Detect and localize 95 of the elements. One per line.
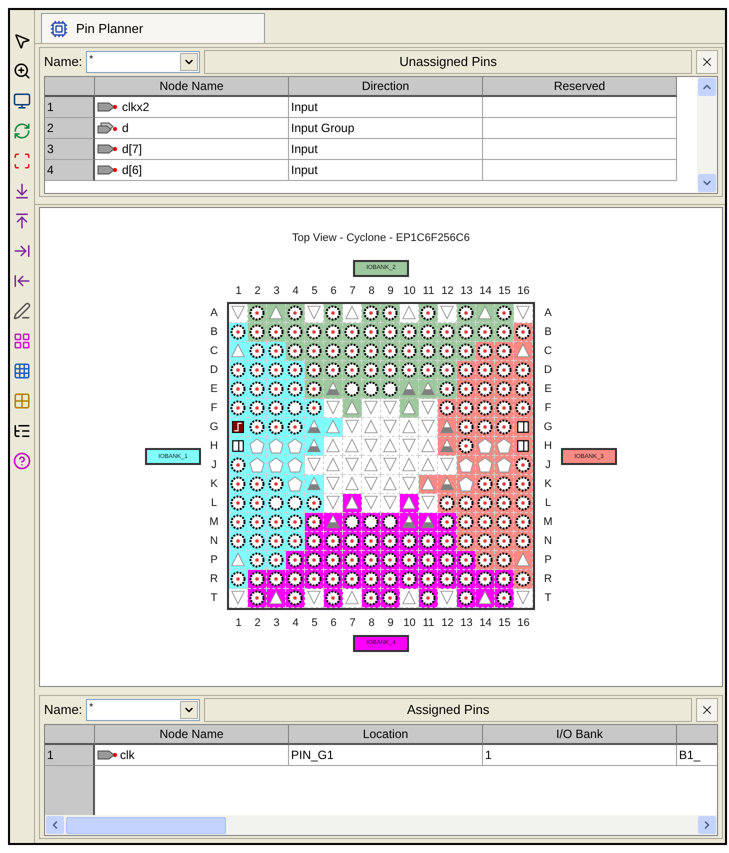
column-number: 8 — [368, 616, 375, 631]
column-number: 16 — [517, 284, 530, 300]
row-letter: A — [210, 306, 218, 321]
row-letter: L — [544, 496, 552, 511]
row-number: 2 — [45, 118, 95, 139]
column-number: 9 — [387, 616, 394, 631]
row-letter: B — [544, 324, 552, 340]
row-letter: M — [543, 514, 553, 530]
column-header[interactable]: I/O Bank — [483, 725, 677, 745]
column-number: 11 — [422, 616, 434, 631]
name-label: Name: — [44, 701, 82, 720]
column-header[interactable]: Direction — [289, 77, 483, 97]
column-number: 12 — [441, 284, 454, 300]
column-number: 8 — [368, 284, 375, 300]
column-header[interactable]: Node Name — [95, 725, 289, 745]
table-cell: PIN_G1 — [289, 745, 483, 766]
row-letter: R — [210, 572, 218, 587]
row-number: 1 — [45, 97, 95, 118]
panel-title-bar: Unassigned Pins — [204, 50, 692, 74]
column-number: 3 — [273, 616, 280, 631]
row-letter: B — [210, 324, 218, 340]
column-number: 4 — [292, 616, 299, 631]
panel-title-bar: Assigned Pins — [204, 698, 692, 722]
row-number: 3 — [45, 139, 95, 160]
row-letter: D — [544, 362, 552, 378]
table-cell: d — [95, 118, 289, 139]
column-number: 15 — [498, 616, 511, 631]
row-letter: J — [545, 458, 551, 473]
column-number: 9 — [387, 284, 394, 300]
name-combo-box[interactable]: * — [86, 699, 200, 721]
table-cell: d[7] — [95, 139, 289, 160]
row-letter: C — [210, 344, 218, 359]
row-letter: D — [210, 362, 218, 378]
table-cell: 1 — [483, 745, 677, 766]
row-letter: L — [210, 496, 218, 511]
column-number: 14 — [479, 616, 492, 631]
row-letter: C — [544, 344, 552, 359]
row-letter: E — [210, 382, 218, 397]
column-number: 7 — [349, 616, 356, 631]
row-letter: T — [210, 590, 218, 606]
table-cell: Input — [289, 160, 483, 181]
table-cell: clkx2 — [95, 97, 289, 118]
view-title: Top View - Cyclone - EP1C6F256C6 — [292, 231, 470, 246]
column-number: 16 — [517, 616, 530, 631]
row-letter: E — [544, 382, 552, 397]
row-letter: G — [210, 420, 218, 435]
row-letter: N — [544, 534, 552, 549]
row-letter: G — [544, 420, 552, 435]
column-number: 5 — [311, 284, 318, 300]
row-number: 1 — [45, 745, 95, 766]
row-letter: H — [544, 438, 552, 454]
table-cell: Input Group — [289, 118, 483, 139]
column-number: 5 — [311, 616, 318, 631]
row-letter: T — [544, 590, 552, 606]
row-letter: F — [210, 400, 218, 416]
row-letter: A — [544, 306, 552, 321]
pin-planner-tab[interactable]: Pin Planner — [41, 13, 265, 43]
column-number: 11 — [422, 284, 434, 300]
row-letter: H — [210, 438, 218, 454]
row-letter: F — [544, 400, 552, 416]
row-letter: K — [210, 476, 218, 492]
table-cell: d[6] — [95, 160, 289, 181]
column-number: 6 — [330, 284, 337, 300]
column-number: 2 — [254, 616, 261, 631]
column-number: 14 — [479, 284, 492, 300]
column-number: 13 — [460, 284, 473, 300]
column-number: 7 — [349, 284, 356, 300]
name-combo-box[interactable]: * — [86, 51, 200, 73]
column-number: 6 — [330, 616, 337, 631]
row-letter: R — [544, 572, 552, 587]
column-number: 3 — [273, 284, 280, 300]
column-number: 1 — [235, 616, 242, 631]
row-letter: K — [544, 476, 552, 492]
table-cell: B1_ — [677, 745, 717, 766]
column-number: 10 — [403, 284, 416, 300]
row-letter: J — [211, 458, 217, 473]
column-header[interactable]: Location — [289, 725, 483, 745]
row-letter: N — [210, 534, 218, 549]
column-number: 10 — [403, 616, 416, 631]
row-number: 4 — [45, 160, 95, 181]
column-number: 15 — [498, 284, 511, 300]
name-label: Name: — [44, 53, 82, 72]
row-letter: P — [544, 552, 552, 568]
table-cell: clk — [95, 745, 289, 766]
table-cell: Input — [289, 139, 483, 160]
row-letter: P — [210, 552, 218, 568]
column-number: 12 — [441, 616, 454, 631]
table-cell: Input — [289, 97, 483, 118]
column-header[interactable]: Node Name — [95, 77, 289, 97]
row-letter: M — [209, 514, 219, 530]
column-number: 1 — [235, 284, 242, 300]
column-number: 13 — [460, 616, 473, 631]
column-header[interactable]: Reserved — [483, 77, 677, 97]
column-number: 4 — [292, 284, 299, 300]
column-number: 2 — [254, 284, 261, 300]
